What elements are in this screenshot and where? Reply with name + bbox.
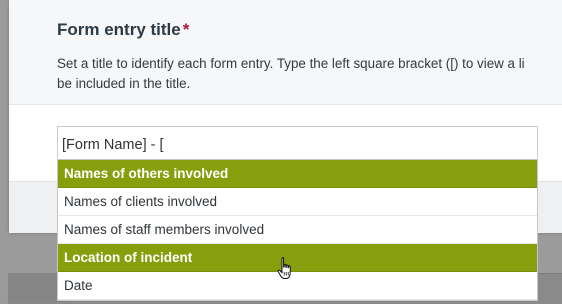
dialog-description: Set a title to identify each form entry.… <box>57 54 562 94</box>
dialog-title: Form entry title * <box>57 20 189 40</box>
form-entry-title-input[interactable] <box>57 126 538 158</box>
placeholder-suggestions-dropdown[interactable]: Names of others involved Names of client… <box>57 159 538 301</box>
required-marker: * <box>182 20 190 39</box>
dropdown-option-names-of-staff[interactable]: Names of staff members involved <box>58 216 537 244</box>
dialog-title-text: Form entry title <box>57 20 181 39</box>
dropdown-group-location-of-incident[interactable]: Location of incident <box>58 244 537 272</box>
hand-pointer-icon <box>277 257 291 279</box>
description-line-2: be included in the title. <box>57 76 191 91</box>
dropdown-group-names-of-others[interactable]: Names of others involved <box>58 160 537 188</box>
dropdown-option-names-of-clients[interactable]: Names of clients involved <box>58 188 537 216</box>
description-line-1: Set a title to identify each form entry.… <box>57 56 525 71</box>
